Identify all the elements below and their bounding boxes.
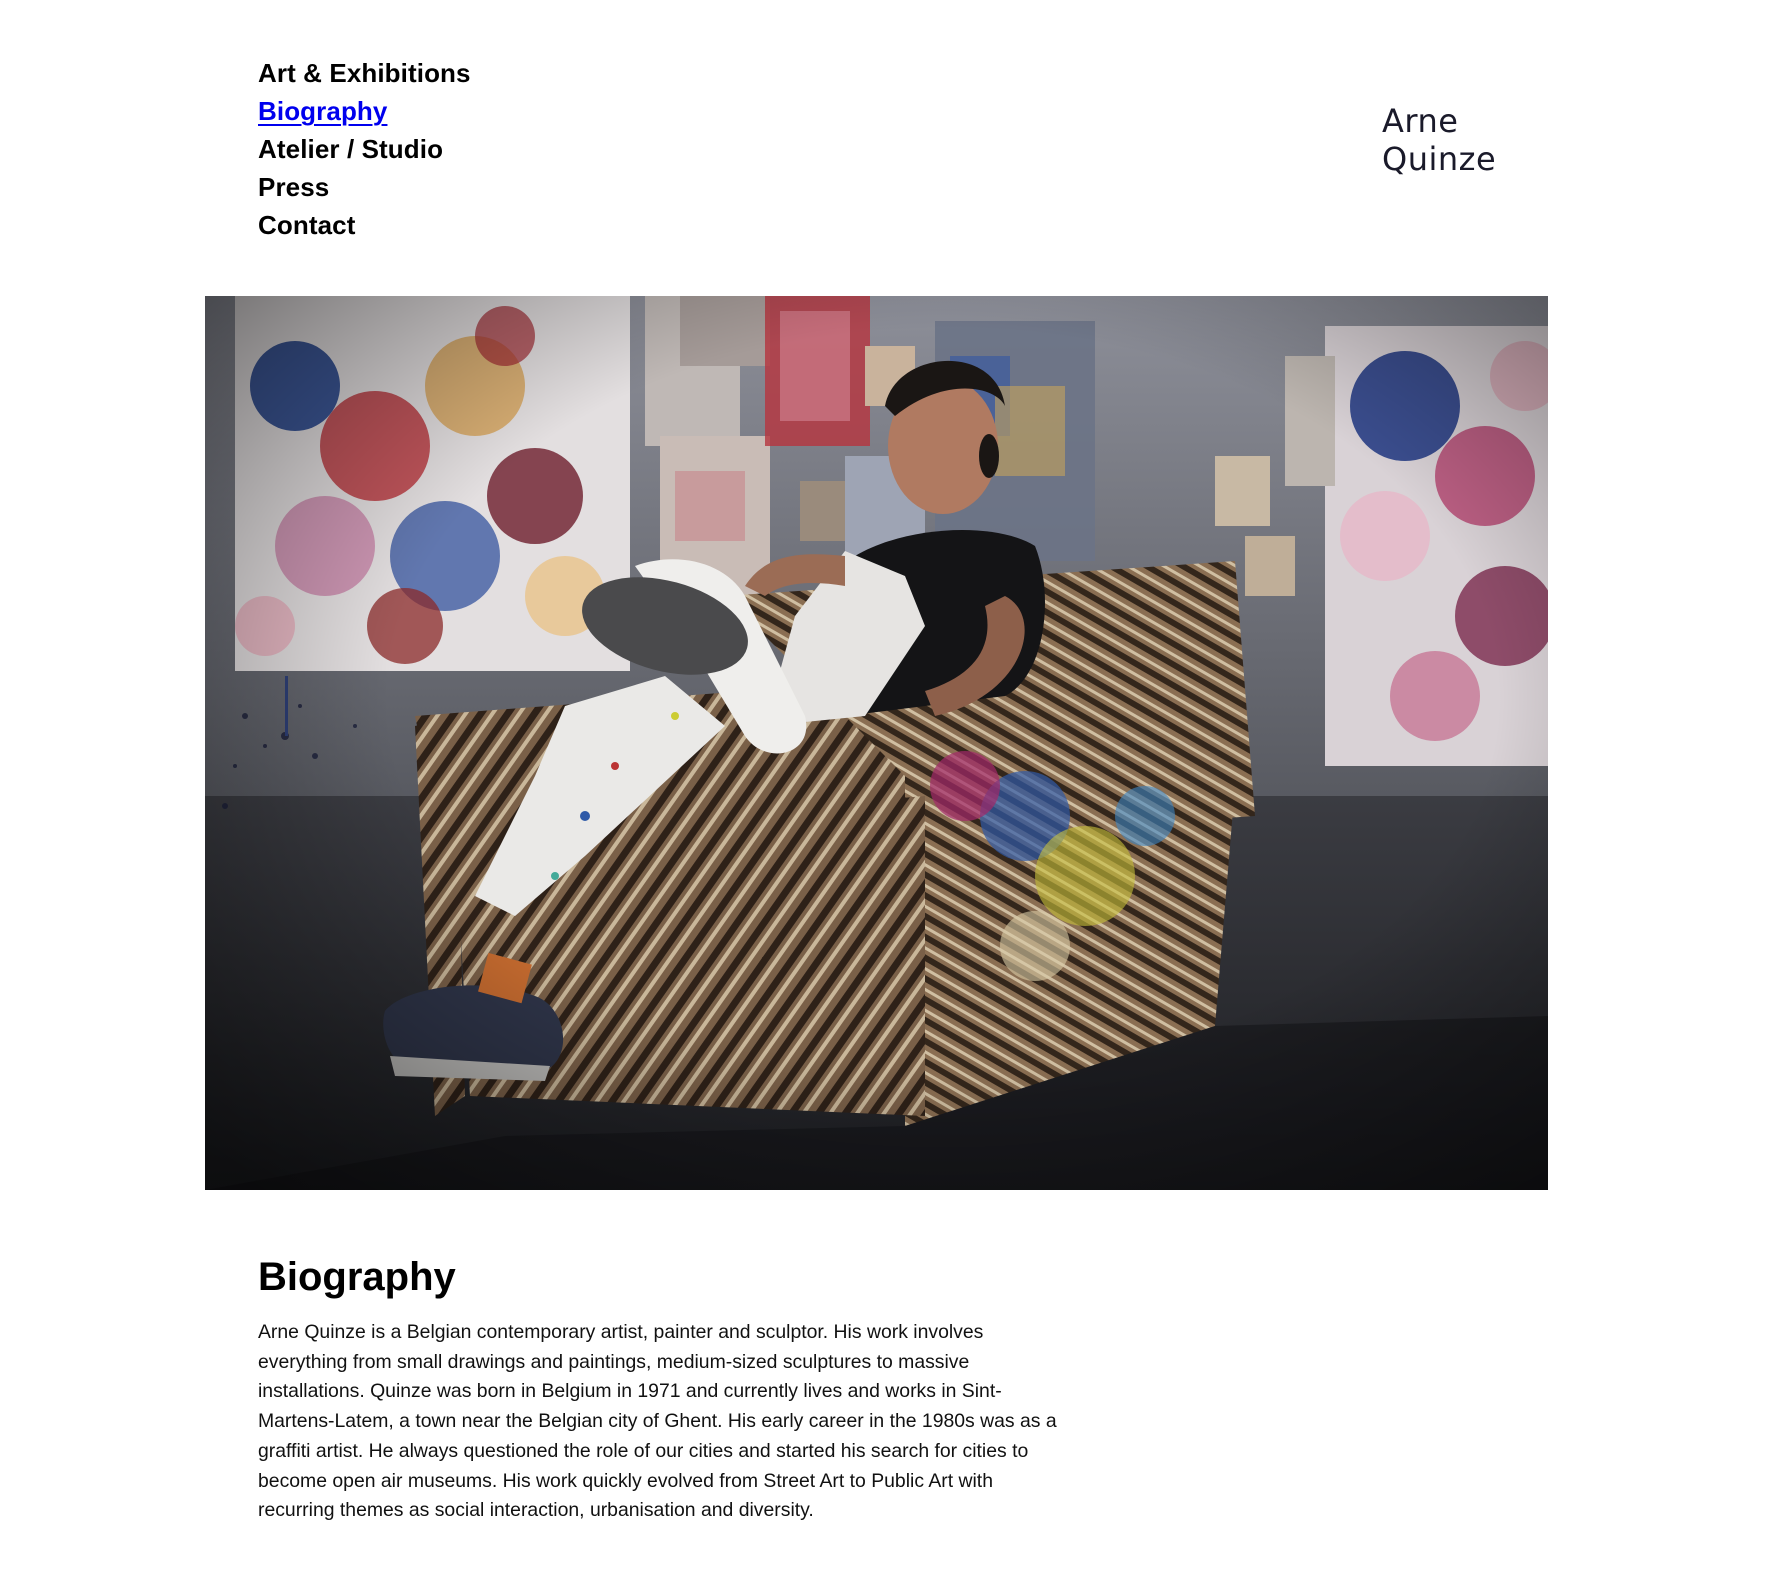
artist-portrait-photo [205,296,1548,1190]
site-logo[interactable]: Arne Quinze [1382,102,1496,178]
nav-item-biography: Biography [258,94,471,132]
logo-line-second: Quinze [1382,140,1497,178]
biography-heading: Biography [258,1255,456,1299]
photo-vignette [205,296,1548,1190]
nav-link-art-exhibitions[interactable]: Art & Exhibitions [258,58,471,88]
biography-paragraph: Arne Quinze is a Belgian contemporary ar… [258,1321,1057,1522]
nav-link-biography[interactable]: Biography [258,96,387,126]
nav-item-press: Press [258,170,471,208]
nav-item-contact: Contact [258,208,471,246]
nav-item-art-exhibitions: Art & Exhibitions [258,56,471,94]
nav-link-atelier-studio[interactable]: Atelier / Studio [258,134,443,164]
logo-line-first: Arne [1382,102,1459,140]
nav-link-press[interactable]: Press [258,172,329,202]
main-nav: Art & Exhibitions Biography Atelier / St… [258,56,471,246]
nav-link-contact[interactable]: Contact [258,210,355,240]
nav-item-atelier-studio: Atelier / Studio [258,132,471,170]
